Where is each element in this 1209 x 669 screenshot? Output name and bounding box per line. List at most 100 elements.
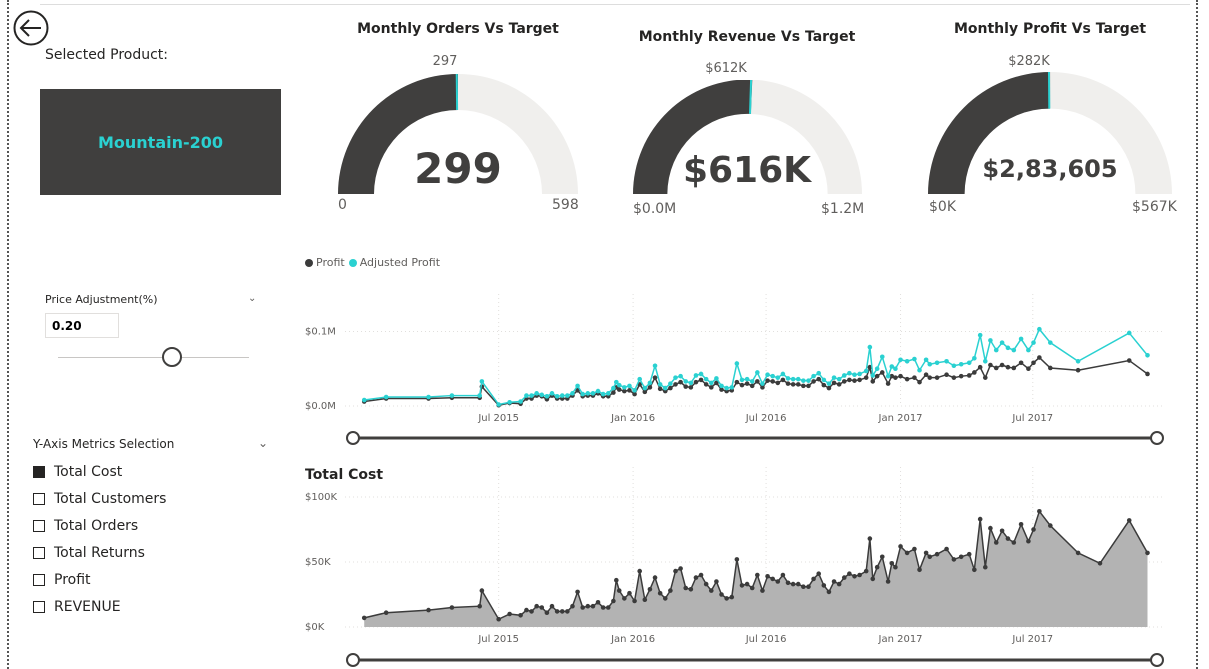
cost-chart-data-point bbox=[703, 581, 709, 587]
cost-chart-data-point bbox=[678, 566, 683, 571]
cost-chart-xtick-label: Jan 2016 bbox=[610, 634, 655, 645]
cost-chart-data-point bbox=[874, 564, 880, 570]
cost-chart-data-point bbox=[1037, 509, 1042, 514]
checkbox[interactable] bbox=[33, 600, 45, 613]
profit-chart-data-point bbox=[479, 384, 485, 389]
cost-chart-data-point bbox=[988, 525, 993, 531]
profit-chart-data-point bbox=[611, 390, 616, 395]
profit-chart-data-point bbox=[539, 394, 545, 399]
chevron-down-icon[interactable]: ⌄ bbox=[248, 293, 256, 304]
cost-chart-data-point bbox=[857, 572, 862, 578]
profit-chart-data-point bbox=[647, 385, 653, 390]
cost-chart-data-point bbox=[927, 554, 933, 560]
back-arrow-icon[interactable] bbox=[13, 10, 49, 46]
profit-chart-data-point bbox=[988, 338, 993, 343]
cost-chart-data-point bbox=[982, 564, 988, 570]
cost-chart-data-point bbox=[570, 603, 575, 609]
checkbox-checked[interactable] bbox=[33, 465, 45, 478]
cost-chart-data-point bbox=[524, 607, 529, 613]
option-total-customers[interactable]: Total Customers bbox=[33, 485, 166, 512]
cost-chart-data-point bbox=[632, 598, 637, 604]
cost-chart-xtick-label: Jul 2015 bbox=[477, 634, 519, 645]
price-adjustment-slider-thumb[interactable] bbox=[162, 347, 182, 367]
profit-chart-data-point bbox=[632, 388, 637, 393]
profit-chart-data-point bbox=[616, 382, 622, 388]
profit-chart-data-point bbox=[708, 380, 714, 386]
profit-chart-data-point bbox=[529, 393, 534, 398]
profit-chart-data-point bbox=[673, 382, 678, 387]
legend-item-adjusted-profit[interactable]: Adjusted Profit bbox=[348, 256, 440, 269]
profit-chart-data-point bbox=[1048, 340, 1053, 345]
profit-chart-data-point bbox=[570, 393, 575, 398]
profit-chart-data-point bbox=[544, 394, 550, 399]
cost-chart-data-point bbox=[477, 603, 482, 609]
profit-chart-xtick-label: Jul 2015 bbox=[477, 413, 519, 424]
profit-chart-data-point bbox=[857, 377, 862, 383]
option-label: Profit bbox=[54, 571, 91, 588]
profit-chart-data-point bbox=[1031, 340, 1036, 345]
profit-chart-series-line bbox=[364, 327, 1149, 406]
profit-chart-data-point bbox=[775, 380, 781, 386]
profit-chart-data-point bbox=[826, 385, 832, 391]
profit-chart-data-point bbox=[642, 385, 648, 391]
price-adjustment-input[interactable] bbox=[45, 313, 119, 338]
legend-label: Profit bbox=[316, 256, 345, 269]
profit-chart-data-point bbox=[426, 394, 431, 400]
profit-chart-data-point bbox=[904, 358, 910, 364]
profit-chart-data-point bbox=[831, 375, 837, 380]
profit-chart-data-point bbox=[647, 380, 653, 386]
profit-chart-data-point bbox=[632, 391, 637, 397]
cost-chart-data-point bbox=[841, 575, 847, 580]
profit-chart-data-point bbox=[1048, 365, 1053, 371]
checkbox[interactable] bbox=[33, 546, 45, 559]
checkbox[interactable] bbox=[33, 492, 45, 505]
profit-chart-data-point bbox=[927, 361, 933, 367]
cost-chart-data-point bbox=[361, 615, 367, 621]
profit-chart-data-point bbox=[739, 382, 745, 388]
profit-chart-data-point bbox=[383, 394, 389, 400]
option-total-orders[interactable]: Total Orders bbox=[33, 512, 166, 539]
profit-chart-data-point bbox=[595, 391, 601, 396]
cost-chart-data-point bbox=[668, 588, 673, 593]
cost-chart-data-point bbox=[826, 589, 832, 595]
profit-chart-data-point bbox=[775, 375, 781, 380]
option-total-returns[interactable]: Total Returns bbox=[33, 539, 166, 566]
chevron-down-icon[interactable]: ⌄ bbox=[258, 436, 268, 450]
legend-item-profit[interactable]: Profit bbox=[305, 256, 345, 269]
profit-chart-data-point bbox=[605, 394, 611, 399]
profit-chart-data-point bbox=[852, 378, 857, 383]
profit-chart-data-point bbox=[739, 377, 745, 383]
profit-chart-data-point bbox=[361, 397, 367, 403]
cost-chart-data-point bbox=[917, 567, 922, 573]
cost-chart-data-point bbox=[923, 550, 929, 556]
option-revenue[interactable]: REVENUE bbox=[33, 593, 166, 620]
profit-chart-data-point bbox=[744, 381, 750, 386]
profit-chart-data-point bbox=[836, 382, 842, 387]
option-total-cost[interactable]: Total Cost bbox=[33, 458, 166, 485]
profit-chart-data-point bbox=[999, 362, 1005, 368]
checkbox[interactable] bbox=[33, 573, 45, 586]
gauge-revenue-target-label: $612K bbox=[705, 61, 747, 76]
checkbox[interactable] bbox=[33, 519, 45, 532]
cost-chart-data-point bbox=[770, 576, 775, 582]
gauge-profit-target-label: $282K bbox=[1008, 54, 1050, 69]
profit-chart-data-point bbox=[755, 379, 760, 384]
right-dotted-border bbox=[1196, 0, 1198, 669]
profit-chart-data-point bbox=[944, 358, 949, 364]
profit-chart-data-point bbox=[496, 402, 501, 407]
top-divider bbox=[40, 4, 1190, 5]
profit-chart-data-point bbox=[977, 332, 983, 338]
cost-chart-xtick-label: Jan 2017 bbox=[878, 634, 923, 645]
cost-chart-data-point bbox=[647, 587, 653, 592]
profit-chart-data-point bbox=[898, 357, 903, 363]
cost-chart-data-point bbox=[811, 576, 816, 582]
profit-chart-data-point bbox=[790, 382, 796, 387]
profit-chart-data-point bbox=[999, 340, 1005, 345]
cost-chart-data-point bbox=[611, 598, 616, 604]
profit-chart-data-point bbox=[1126, 358, 1132, 363]
profit-chart-data-point bbox=[565, 393, 570, 398]
option-label: Total Orders bbox=[54, 517, 139, 534]
option-profit[interactable]: Profit bbox=[33, 566, 166, 593]
price-adjustment-slider-track[interactable] bbox=[58, 357, 249, 358]
profit-chart-series-line bbox=[364, 356, 1148, 407]
